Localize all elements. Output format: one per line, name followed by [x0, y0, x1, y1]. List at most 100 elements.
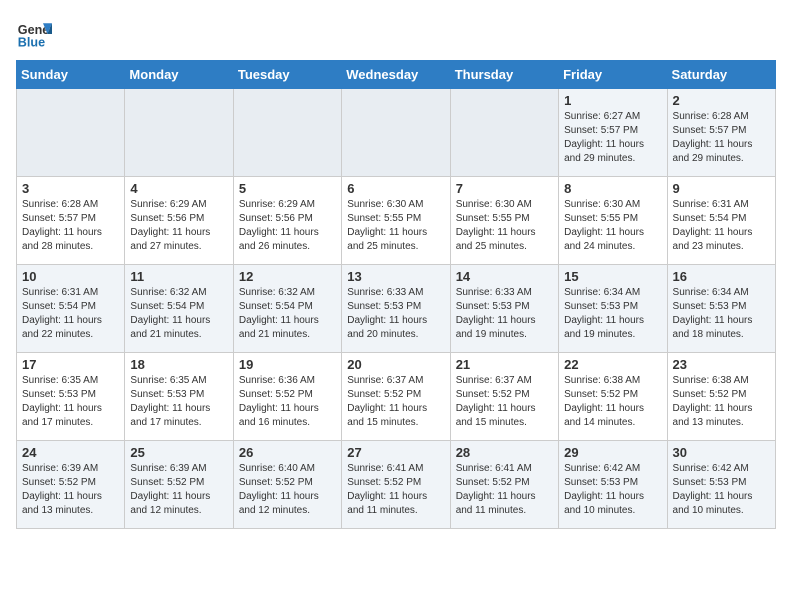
cell-info: Sunrise: 6:35 AM Sunset: 5:53 PM Dayligh… [22, 374, 119, 430]
header-cell-thursday: Thursday [450, 61, 558, 89]
calendar-cell: 2Sunrise: 6:28 AM Sunset: 5:57 PM Daylig… [667, 89, 775, 177]
day-number: 23 [673, 357, 770, 372]
cell-info: Sunrise: 6:39 AM Sunset: 5:52 PM Dayligh… [22, 462, 119, 518]
day-number: 12 [239, 269, 336, 284]
calendar-cell: 14 Sunrise: 6:33 AM Sunset: 5:53 PM Dayli… [450, 265, 558, 353]
week-row-4: 17 Sunrise: 6:35 AM Sunset: 5:53 PM Dayli… [17, 353, 776, 441]
calendar-cell: 9Sunrise: 6:31 AM Sunset: 5:54 PM Daylig… [667, 177, 775, 265]
cell-info: Sunrise: 6:35 AM Sunset: 5:53 PM Dayligh… [130, 374, 227, 430]
week-row-2: 3Sunrise: 6:28 AM Sunset: 5:57 PM Daylig… [17, 177, 776, 265]
day-number: 30 [673, 445, 770, 460]
day-number: 5 [239, 181, 336, 196]
calendar-cell: 23 Sunrise: 6:38 AM Sunset: 5:52 PM Dayli… [667, 353, 775, 441]
header: General Blue [16, 16, 776, 52]
calendar-cell: 8 Sunrise: 6:30 AM Sunset: 5:55 PM Daylig… [559, 177, 667, 265]
calendar-cell: 4 Sunrise: 6:29 AM Sunset: 5:56 PM Daylig… [125, 177, 233, 265]
cell-info: Sunrise: 6:31 AM Sunset: 5:54 PM Dayligh… [22, 286, 119, 342]
cell-info: Sunrise: 6:30 AM Sunset: 5:55 PM Dayligh… [347, 198, 444, 254]
cell-info: Sunrise: 6:37 AM Sunset: 5:52 PM Dayligh… [347, 374, 444, 430]
svg-text:Blue: Blue [18, 36, 45, 50]
header-cell-tuesday: Tuesday [233, 61, 341, 89]
cell-info: Sunrise: 6:32 AM Sunset: 5:54 PM Dayligh… [130, 286, 227, 342]
calendar-cell: 16 Sunrise: 6:34 AM Sunset: 5:53 PM Dayli… [667, 265, 775, 353]
calendar-cell: 21 Sunrise: 6:37 AM Sunset: 5:52 PM Dayli… [450, 353, 558, 441]
header-cell-friday: Friday [559, 61, 667, 89]
calendar-cell [233, 89, 341, 177]
day-number: 25 [130, 445, 227, 460]
cell-info: Sunrise: 6:36 AM Sunset: 5:52 PM Dayligh… [239, 374, 336, 430]
day-number: 14 [456, 269, 553, 284]
cell-info: Sunrise: 6:41 AM Sunset: 5:52 PM Dayligh… [456, 462, 553, 518]
day-number: 24 [22, 445, 119, 460]
day-number: 16 [673, 269, 770, 284]
cell-info: Sunrise: 6:42 AM Sunset: 5:53 PM Dayligh… [564, 462, 661, 518]
calendar-cell: 19 Sunrise: 6:36 AM Sunset: 5:52 PM Dayli… [233, 353, 341, 441]
calendar-cell: 24 Sunrise: 6:39 AM Sunset: 5:52 PM Dayli… [17, 441, 125, 529]
week-row-3: 10 Sunrise: 6:31 AM Sunset: 5:54 PM Dayli… [17, 265, 776, 353]
calendar-cell: 28 Sunrise: 6:41 AM Sunset: 5:52 PM Dayli… [450, 441, 558, 529]
calendar-cell: 5 Sunrise: 6:29 AM Sunset: 5:56 PM Daylig… [233, 177, 341, 265]
calendar-cell [17, 89, 125, 177]
cell-info: Sunrise: 6:38 AM Sunset: 5:52 PM Dayligh… [564, 374, 661, 430]
cell-info: Sunrise: 6:28 AM Sunset: 5:57 PM Dayligh… [22, 198, 119, 254]
calendar-cell: 15 Sunrise: 6:34 AM Sunset: 5:53 PM Dayli… [559, 265, 667, 353]
week-row-5: 24 Sunrise: 6:39 AM Sunset: 5:52 PM Dayli… [17, 441, 776, 529]
calendar-table: SundayMondayTuesdayWednesdayThursdayFrid… [16, 60, 776, 529]
cell-info: Sunrise: 6:42 AM Sunset: 5:53 PM Dayligh… [673, 462, 770, 518]
day-number: 11 [130, 269, 227, 284]
calendar-cell [342, 89, 450, 177]
calendar-cell: 22 Sunrise: 6:38 AM Sunset: 5:52 PM Dayli… [559, 353, 667, 441]
header-cell-sunday: Sunday [17, 61, 125, 89]
cell-info: Sunrise: 6:34 AM Sunset: 5:53 PM Dayligh… [673, 286, 770, 342]
day-number: 18 [130, 357, 227, 372]
day-number: 21 [456, 357, 553, 372]
header-cell-monday: Monday [125, 61, 233, 89]
cell-info: Sunrise: 6:32 AM Sunset: 5:54 PM Dayligh… [239, 286, 336, 342]
cell-info: Sunrise: 6:41 AM Sunset: 5:52 PM Dayligh… [347, 462, 444, 518]
day-number: 26 [239, 445, 336, 460]
week-row-1: 1 Sunrise: 6:27 AM Sunset: 5:57 PM Daylig… [17, 89, 776, 177]
day-number: 15 [564, 269, 661, 284]
cell-info: Sunrise: 6:29 AM Sunset: 5:56 PM Dayligh… [239, 198, 336, 254]
cell-info: Sunrise: 6:31 AM Sunset: 5:54 PM Dayligh… [673, 198, 770, 254]
day-number: 6 [347, 181, 444, 196]
calendar-cell: 3Sunrise: 6:28 AM Sunset: 5:57 PM Daylig… [17, 177, 125, 265]
day-number: 1 [564, 93, 661, 108]
cell-info: Sunrise: 6:33 AM Sunset: 5:53 PM Dayligh… [456, 286, 553, 342]
calendar-cell: 10 Sunrise: 6:31 AM Sunset: 5:54 PM Dayli… [17, 265, 125, 353]
cell-info: Sunrise: 6:38 AM Sunset: 5:52 PM Dayligh… [673, 374, 770, 430]
day-number: 8 [564, 181, 661, 196]
logo: General Blue [16, 16, 52, 52]
day-number: 17 [22, 357, 119, 372]
cell-info: Sunrise: 6:34 AM Sunset: 5:53 PM Dayligh… [564, 286, 661, 342]
day-number: 4 [130, 181, 227, 196]
day-number: 13 [347, 269, 444, 284]
calendar-cell: 6 Sunrise: 6:30 AM Sunset: 5:55 PM Daylig… [342, 177, 450, 265]
cell-info: Sunrise: 6:27 AM Sunset: 5:57 PM Dayligh… [564, 110, 661, 166]
cell-info: Sunrise: 6:40 AM Sunset: 5:52 PM Dayligh… [239, 462, 336, 518]
header-row: SundayMondayTuesdayWednesdayThursdayFrid… [17, 61, 776, 89]
calendar-cell: 26 Sunrise: 6:40 AM Sunset: 5:52 PM Dayli… [233, 441, 341, 529]
day-number: 20 [347, 357, 444, 372]
day-number: 7 [456, 181, 553, 196]
cell-info: Sunrise: 6:37 AM Sunset: 5:52 PM Dayligh… [456, 374, 553, 430]
calendar-cell: 13 Sunrise: 6:33 AM Sunset: 5:53 PM Dayli… [342, 265, 450, 353]
day-number: 19 [239, 357, 336, 372]
cell-info: Sunrise: 6:30 AM Sunset: 5:55 PM Dayligh… [564, 198, 661, 254]
calendar-cell: 1 Sunrise: 6:27 AM Sunset: 5:57 PM Daylig… [559, 89, 667, 177]
calendar-cell: 11 Sunrise: 6:32 AM Sunset: 5:54 PM Dayli… [125, 265, 233, 353]
day-number: 2 [673, 93, 770, 108]
calendar-cell: 17 Sunrise: 6:35 AM Sunset: 5:53 PM Dayli… [17, 353, 125, 441]
day-number: 10 [22, 269, 119, 284]
header-cell-saturday: Saturday [667, 61, 775, 89]
cell-info: Sunrise: 6:29 AM Sunset: 5:56 PM Dayligh… [130, 198, 227, 254]
calendar-cell: 12 Sunrise: 6:32 AM Sunset: 5:54 PM Dayli… [233, 265, 341, 353]
cell-info: Sunrise: 6:33 AM Sunset: 5:53 PM Dayligh… [347, 286, 444, 342]
calendar-cell: 18 Sunrise: 6:35 AM Sunset: 5:53 PM Dayli… [125, 353, 233, 441]
day-number: 28 [456, 445, 553, 460]
calendar-cell: 7Sunrise: 6:30 AM Sunset: 5:55 PM Daylig… [450, 177, 558, 265]
calendar-cell: 20 Sunrise: 6:37 AM Sunset: 5:52 PM Dayli… [342, 353, 450, 441]
day-number: 22 [564, 357, 661, 372]
day-number: 27 [347, 445, 444, 460]
calendar-cell: 29Sunrise: 6:42 AM Sunset: 5:53 PM Dayli… [559, 441, 667, 529]
